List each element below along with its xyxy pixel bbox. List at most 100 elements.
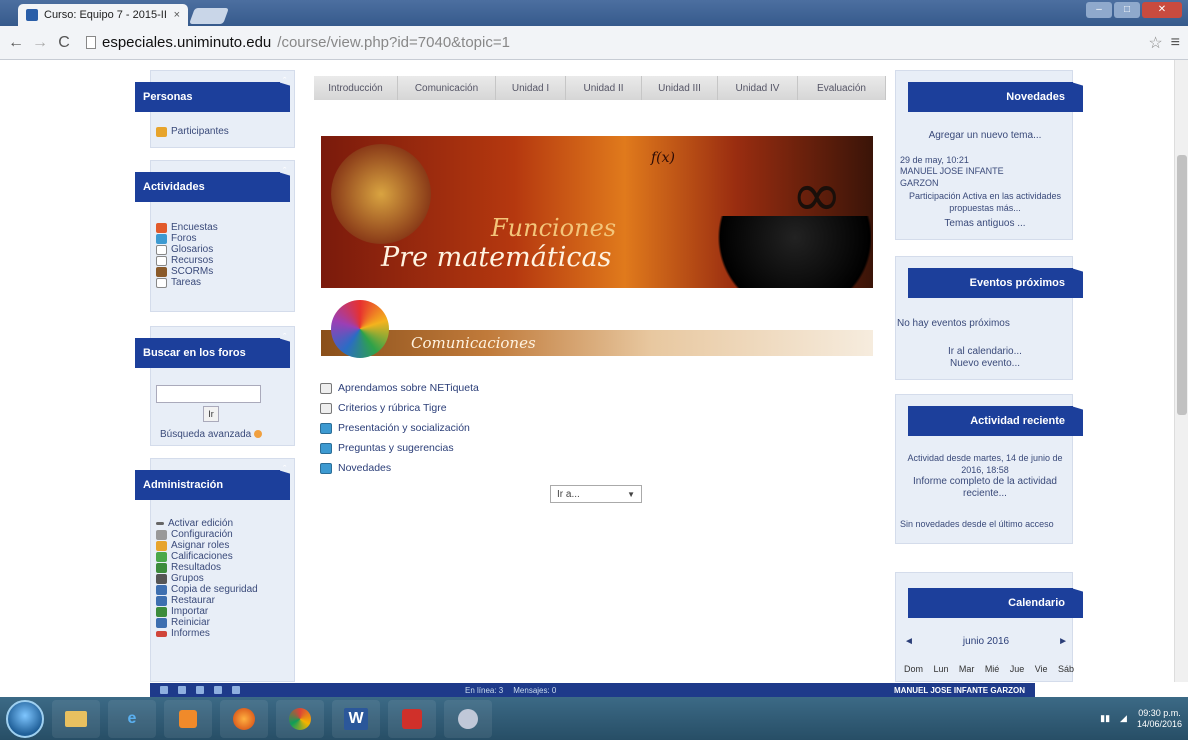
tab-close-icon[interactable]: × bbox=[174, 9, 180, 21]
tab-introduccion[interactable]: Introducción bbox=[314, 76, 398, 100]
forum-link[interactable]: Preguntas y sugerencias bbox=[320, 438, 479, 458]
add-topic-link[interactable]: Agregar un nuevo tema... bbox=[905, 130, 1065, 142]
explorer-taskbar-icon[interactable] bbox=[52, 699, 100, 738]
list-item[interactable]: Tareas bbox=[156, 277, 218, 288]
maximize-button[interactable]: □ bbox=[1114, 2, 1140, 18]
dock-forum-icon[interactable] bbox=[232, 686, 240, 694]
collapse-icon[interactable]: ˆ bbox=[1076, 400, 1079, 410]
chrome-taskbar-icon[interactable] bbox=[276, 699, 324, 738]
word-taskbar-icon[interactable]: W bbox=[332, 699, 380, 738]
address-bar[interactable]: especiales.uniminuto.edu/course/view.php… bbox=[80, 30, 1140, 56]
buscar-title: Buscar en los foros bbox=[143, 347, 246, 359]
go-to-calendar-link[interactable]: Ir al calendario... bbox=[905, 346, 1065, 358]
collapse-icon[interactable]: ˆ bbox=[1076, 582, 1079, 592]
new-tab-button[interactable] bbox=[189, 8, 229, 24]
collapse-icon[interactable]: ˆ bbox=[283, 332, 286, 342]
tab-unidad-2[interactable]: Unidad II bbox=[566, 76, 642, 100]
taskbar-clock[interactable]: 09:30 p.m. 14/06/2016 bbox=[1137, 708, 1182, 730]
url-path: /course/view.php?id=7040&topic=1 bbox=[277, 34, 510, 51]
list-item[interactable]: Informes bbox=[156, 628, 258, 639]
list-item[interactable]: Importar bbox=[156, 606, 258, 617]
network-icon[interactable]: ▮▮ bbox=[1100, 713, 1110, 724]
banner-title-1: Funciones bbox=[491, 214, 617, 242]
topic-tabs: Introducción Comunicación Unidad I Unida… bbox=[314, 76, 886, 100]
start-button[interactable] bbox=[6, 699, 44, 738]
users-icon bbox=[156, 126, 167, 137]
list-item[interactable]: Copia de seguridad bbox=[156, 584, 258, 595]
item-label: Asignar roles bbox=[171, 540, 230, 551]
collapse-icon[interactable]: ˆ bbox=[1076, 262, 1079, 272]
dock-user-name[interactable]: MANUEL JOSE INFANTE GARZON bbox=[894, 686, 1025, 695]
online-users[interactable]: En línea: 3 bbox=[465, 686, 503, 695]
list-item[interactable]: Foros bbox=[156, 233, 218, 244]
list-item[interactable]: Asignar roles bbox=[156, 540, 258, 551]
help-icon[interactable] bbox=[253, 430, 262, 439]
dock-messages[interactable]: Mensajes: 0 bbox=[513, 686, 556, 695]
older-topics-link[interactable]: Temas antiguos ... bbox=[905, 218, 1065, 230]
item-label: Foros bbox=[171, 233, 197, 244]
actividades-list: Encuestas Foros Glosarios Recursos SCORM… bbox=[156, 222, 218, 288]
jump-to-select[interactable]: Ir a... ▼ bbox=[550, 485, 642, 503]
forum-link[interactable]: Criterios y rúbrica Tigre bbox=[320, 398, 479, 418]
tab-unidad-3[interactable]: Unidad III bbox=[642, 76, 718, 100]
list-item[interactable]: Participantes bbox=[156, 126, 229, 137]
reload-button[interactable]: C bbox=[56, 34, 72, 52]
firefox-taskbar-icon[interactable] bbox=[220, 699, 268, 738]
dock-home-icon[interactable] bbox=[160, 686, 168, 694]
prev-month-button[interactable]: ◄ bbox=[904, 636, 914, 647]
dock-calendar-icon[interactable] bbox=[196, 686, 204, 694]
minimize-button[interactable]: – bbox=[1086, 2, 1112, 18]
banner-title-2: Pre matemáticas bbox=[381, 242, 612, 273]
tab-comunicacion[interactable]: Comunicación bbox=[398, 76, 496, 100]
advanced-search-link[interactable]: Búsqueda avanzada bbox=[160, 429, 262, 441]
collapse-icon[interactable]: ˆ bbox=[1076, 76, 1079, 86]
paint-taskbar-icon[interactable] bbox=[444, 699, 492, 738]
browser-menu-icon[interactable]: ≡ bbox=[1171, 34, 1180, 52]
browser-tabstrip: Curso: Equipo 7 - 2015-II × – □ ✕ bbox=[0, 0, 1188, 26]
search-go-button[interactable]: Ir bbox=[203, 406, 219, 422]
dock-mail-icon[interactable] bbox=[178, 686, 186, 694]
tab-label: Unidad II bbox=[583, 82, 624, 94]
ie-taskbar-icon[interactable]: e bbox=[108, 699, 156, 738]
page-scrollbar[interactable] bbox=[1174, 60, 1188, 682]
collapse-icon[interactable]: ˆ bbox=[283, 464, 286, 474]
calendario-header: Calendario ˆ bbox=[908, 582, 1079, 618]
list-item[interactable]: Restaurar bbox=[156, 595, 258, 606]
forum-link[interactable]: Presentación y socialización bbox=[320, 418, 479, 438]
list-item[interactable]: Grupos bbox=[156, 573, 258, 584]
collapse-icon[interactable]: ˆ bbox=[283, 166, 286, 176]
tab-unidad-4[interactable]: Unidad IV bbox=[718, 76, 798, 100]
bookmark-star-icon[interactable]: ☆ bbox=[1148, 33, 1162, 53]
list-item[interactable]: Resultados bbox=[156, 562, 258, 573]
collapse-icon[interactable]: ˆ bbox=[283, 76, 286, 86]
list-item[interactable]: Glosarios bbox=[156, 244, 218, 255]
list-item[interactable]: Encuestas bbox=[156, 222, 218, 233]
next-month-button[interactable]: ► bbox=[1058, 636, 1068, 647]
acrobat-taskbar-icon[interactable] bbox=[388, 699, 436, 738]
system-tray: ▮▮ ◢ 09:30 p.m. 14/06/2016 bbox=[1100, 708, 1182, 730]
list-item[interactable]: Reiniciar bbox=[156, 617, 258, 628]
list-item[interactable]: SCORMs bbox=[156, 266, 218, 277]
close-window-button[interactable]: ✕ bbox=[1142, 2, 1182, 18]
full-report-link[interactable]: Informe completo de la actividad recient… bbox=[900, 476, 1070, 500]
forum-search-input[interactable] bbox=[156, 385, 261, 403]
list-item[interactable]: Calificaciones bbox=[156, 551, 258, 562]
tab-unidad-1[interactable]: Unidad I bbox=[496, 76, 566, 100]
list-item[interactable]: Activar edición bbox=[156, 518, 258, 529]
browser-tab[interactable]: Curso: Equipo 7 - 2015-II × bbox=[18, 4, 188, 26]
calendar-month[interactable]: junio 2016 bbox=[963, 636, 1009, 647]
dock-files-icon[interactable] bbox=[214, 686, 222, 694]
forum-link[interactable]: Novedades bbox=[320, 458, 479, 478]
new-event-link[interactable]: Nuevo evento... bbox=[905, 358, 1065, 370]
forum-link[interactable]: Aprendamos sobre NETiqueta bbox=[320, 378, 479, 398]
media-taskbar-icon[interactable] bbox=[164, 699, 212, 738]
list-item[interactable]: Recursos bbox=[156, 255, 218, 266]
tab-evaluacion[interactable]: Evaluación bbox=[798, 76, 886, 100]
tab-title: Curso: Equipo 7 - 2015-II bbox=[44, 9, 167, 21]
post-text[interactable]: Participación Activa en las actividades … bbox=[905, 190, 1065, 214]
forward-button[interactable]: → bbox=[32, 34, 48, 52]
list-item[interactable]: Configuración bbox=[156, 529, 258, 540]
volume-icon[interactable]: ◢ bbox=[1120, 713, 1127, 724]
scrollbar-thumb[interactable] bbox=[1177, 155, 1187, 415]
back-button[interactable]: ← bbox=[8, 34, 24, 52]
